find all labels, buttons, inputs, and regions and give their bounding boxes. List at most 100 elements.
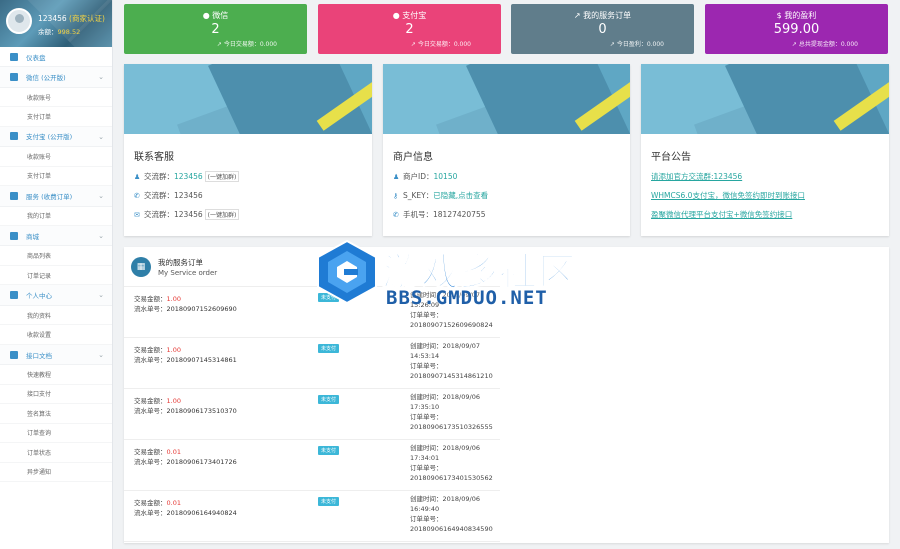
join-group-link[interactable]: (一键加群) — [204, 209, 240, 220]
sidebar-item[interactable]: 仪表盘 — [0, 47, 112, 68]
group-number: 123456 — [174, 191, 203, 200]
sidebar-subitem[interactable]: 支付订单 — [0, 167, 112, 187]
chevron-down-icon[interactable]: ⌄ — [98, 192, 104, 200]
sidebar-subitem-label: 我的资料 — [27, 312, 52, 320]
sidebar-group[interactable]: 微信 (公开版) ⌄ — [0, 67, 112, 88]
chevron-down-icon[interactable]: ⌄ — [98, 133, 104, 141]
sidebar-subitem[interactable]: 快速教程 — [0, 365, 112, 385]
serial-value: 20180906164940824 — [166, 509, 237, 517]
sidebar-item-label: 商城 — [26, 232, 39, 241]
order-no-value: 20180906164940834590 — [410, 525, 493, 533]
row-label: S_KEY： — [403, 191, 434, 200]
menu-icon — [10, 231, 18, 240]
chevron-down-icon[interactable]: ⌄ — [98, 73, 104, 81]
sidebar-subitem[interactable]: 支付订单 — [0, 107, 112, 127]
watermark-logo-icon — [317, 239, 377, 305]
card-merchant-info: 商户信息 ♟ 商户ID： 10150 ⚷ S_KEY： 已隐藏,点击查看 ✆ 手机号： 18… — [383, 64, 630, 236]
sidebar-subitem[interactable]: 订单记录 — [0, 266, 112, 286]
order-no-label: 订单单号： — [410, 515, 443, 523]
order-row[interactable]: 交易金额：0.01 流水单号：20180906173401726 未支付 创建时间：2… — [124, 440, 500, 491]
phone-number: 18127420755 — [433, 210, 486, 219]
card-banner — [383, 64, 630, 134]
stat-card-service-orders[interactable]: ↗ 我的服务订单 0 ↗ 今日盈利：0.000 — [511, 4, 694, 54]
notice-link[interactable]: 请添加官方交流群:123456 — [651, 171, 889, 182]
card-title: 商户信息 — [393, 152, 433, 163]
sidebar-subitem-label: 支付订单 — [27, 173, 52, 181]
sidebar-subitem[interactable]: 我的资料 — [0, 306, 112, 326]
merchant-id: 10150 — [433, 172, 458, 181]
group-number: 123456 — [174, 172, 203, 181]
sidebar-subitem[interactable]: 接口支付 — [0, 385, 112, 405]
order-no-label: 订单单号： — [410, 362, 443, 370]
menu-icon — [10, 132, 18, 141]
sidebar-subitem[interactable]: 异步通知 — [0, 463, 112, 483]
sidebar-subitem[interactable]: 签名算法 — [0, 404, 112, 424]
menu-icon — [10, 73, 18, 82]
serial-value: 20180906173401726 — [166, 458, 237, 466]
phone-icon: ✆ — [393, 210, 399, 219]
profile-header: 123456 (商家认证) 余额：998.52 — [0, 0, 112, 47]
serial-value: 20180907145314861 — [166, 356, 237, 364]
notice-link[interactable]: 盈聚微信代理平台支付宝+微信免签约接口 — [651, 209, 889, 220]
order-amount: 交易金额：1.00 — [134, 293, 181, 303]
sidebar-subitem[interactable]: 订单查询 — [0, 424, 112, 444]
stat-title: 支付宝 — [402, 11, 427, 20]
order-no-label: 订单单号： — [410, 464, 443, 472]
order-no-value: 20180907152609690824 — [410, 321, 493, 329]
sidebar-subitem-label: 快速教程 — [27, 371, 52, 379]
status-badge: 未支付 — [318, 446, 340, 455]
created-label: 创建时间： — [410, 342, 443, 350]
row-label: 交流群： — [144, 172, 174, 181]
join-group-link[interactable]: (一键加群) — [204, 171, 240, 182]
sidebar-group[interactable]: 商城 ⌄ — [0, 226, 112, 247]
chevron-down-icon[interactable]: ⌄ — [98, 232, 104, 240]
sidebar-subitem[interactable]: 订单状态 — [0, 443, 112, 463]
avatar[interactable] — [6, 8, 32, 34]
sidebar-subitem[interactable]: 收款账号 — [0, 147, 112, 167]
sidebar-subitem-label: 支付订单 — [27, 114, 52, 122]
order-row[interactable]: 交易金额：1.00 流水单号：20180906173510370 未支付 创建时间：2… — [124, 389, 500, 440]
wechat-icon: ● — [202, 11, 210, 20]
sidebar-subitem[interactable]: 收款设置 — [0, 325, 112, 345]
chevron-down-icon[interactable]: ⌄ — [98, 351, 104, 359]
order-serial: 流水单号：20180906173510370 — [134, 405, 237, 415]
serial-label: 流水单号： — [134, 305, 167, 313]
chevron-down-icon[interactable]: ⌄ — [98, 291, 104, 299]
key-icon: ⚷ — [393, 191, 399, 200]
show-key-link[interactable]: 已隐藏,点击查看 — [433, 190, 488, 201]
sidebar-subitem-label: 收款账号 — [27, 153, 52, 161]
created-label: 创建时间： — [410, 495, 443, 503]
amount-label: 交易金额： — [134, 295, 167, 303]
sidebar-subitem[interactable]: 收款账号 — [0, 88, 112, 108]
sidebar-subitem[interactable]: 我的订单 — [0, 207, 112, 227]
notice-link[interactable]: WHMCS6.0支付宝，微信免签约即时到账接口 — [651, 190, 889, 201]
menu-icon — [10, 191, 18, 200]
order-row[interactable]: 交易金额：0.01 流水单号：20180906164940824 未支付 创建时间：2… — [124, 491, 500, 542]
stat-card-wechat[interactable]: ● 微信 2 ↗ 今日交易额：0.000 — [124, 4, 307, 54]
card-title: 联系客服 — [134, 152, 174, 163]
trend-icon: ↗ — [609, 41, 615, 48]
amount-label: 交易金额： — [134, 448, 167, 456]
stat-card-profit[interactable]: $ 我的盈利 599.00 ↗ 总共提现金额：0.000 — [705, 4, 888, 54]
watermark: 游戏多社区 BBS.GMDUO.NET — [314, 235, 614, 315]
sidebar-subitem[interactable]: 商品列表 — [0, 246, 112, 266]
stat-value: 2 — [211, 22, 220, 37]
amount-label: 交易金额： — [134, 397, 167, 405]
status-badge: 未支付 — [318, 395, 340, 404]
sidebar-group[interactable]: 个人中心 ⌄ — [0, 285, 112, 306]
user-icon: ♟ — [134, 172, 141, 181]
order-serial: 流水单号：20180907145314861 — [134, 354, 237, 364]
order-row[interactable]: 交易金额：1.00 流水单号：20180907145314861 未支付 创建时间：2… — [124, 338, 500, 389]
stat-card-alipay[interactable]: ● 支付宝 2 ↗ 今日交易额：0.000 — [318, 4, 501, 54]
sidebar-group[interactable]: 支付宝 (公开版) ⌄ — [0, 126, 112, 148]
sidebar-group[interactable]: 服务 (收费订单) ⌄ — [0, 186, 112, 207]
stat-title: 我的服务订单 — [583, 11, 632, 20]
sidebar-group[interactable]: 接口文档 ⌄ — [0, 344, 112, 366]
sidebar-item-label: 个人中心 — [26, 292, 52, 301]
sidebar-subitem-label: 商品列表 — [27, 253, 52, 261]
sidebar-item-label: 微信 (公开版) — [26, 74, 66, 83]
serial-label: 流水单号： — [134, 509, 167, 517]
trend-icon: ↗ — [791, 41, 797, 48]
row-label: 手机号： — [403, 210, 433, 219]
stat-value: 2 — [405, 22, 414, 37]
